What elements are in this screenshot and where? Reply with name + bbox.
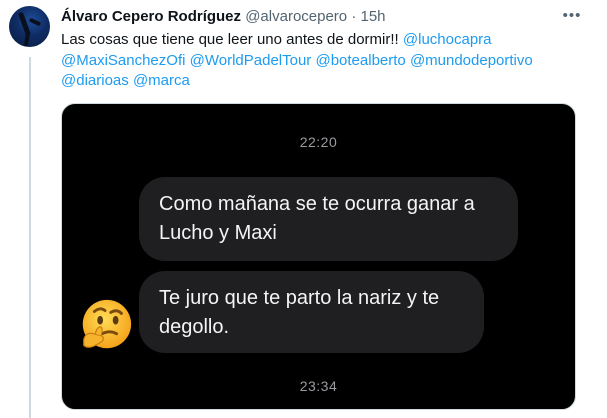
tweet-time[interactable]: 15h [361,8,386,25]
mention-diarioas[interactable]: @diarioas [61,72,129,89]
mention-mundodeportivo[interactable]: @mundodeportivo [410,52,533,69]
ellipsis-icon[interactable]: ••• [562,6,582,26]
timestamp-top: 22:20 [299,134,338,150]
media-image[interactable]: 22:20 Como mañana se te ocurra ganar a L… [61,103,576,410]
author-handle[interactable]: @alvarocepero [245,8,347,25]
mention-maxisanchezofi[interactable]: @MaxiSanchezOfi [61,52,185,69]
mention-worldpadeltour[interactable]: @WorldPadelTour [190,52,312,69]
thinking-face-emoji [82,299,132,349]
message-bubble-1: Como mañana se te ocurra ganar a Lucho y… [139,177,518,261]
author-name[interactable]: Álvaro Cepero Rodríguez [61,8,241,25]
tweet-text: Las cosas que tiene que leer uno antes d… [61,30,591,92]
timestamp-bottom: 23:34 [299,378,338,394]
mention-marca[interactable]: @marca [133,72,190,89]
mention-luchocapra[interactable]: @luchocapra [403,31,492,48]
separator: · [351,8,357,25]
thread-line [29,57,31,418]
mention-botealberto[interactable]: @botealberto [315,52,405,69]
tweet-text-body: Las cosas que tiene que leer uno antes d… [61,31,403,48]
tweet-header: Álvaro Cepero Rodríguez @alvarocepero · … [61,8,386,26]
avatar[interactable] [9,6,50,47]
message-bubble-2: Te juro que te parto la nariz y te degol… [139,271,484,353]
avatar-figure-arm [28,17,42,27]
avatar-figure-leg [23,31,31,47]
